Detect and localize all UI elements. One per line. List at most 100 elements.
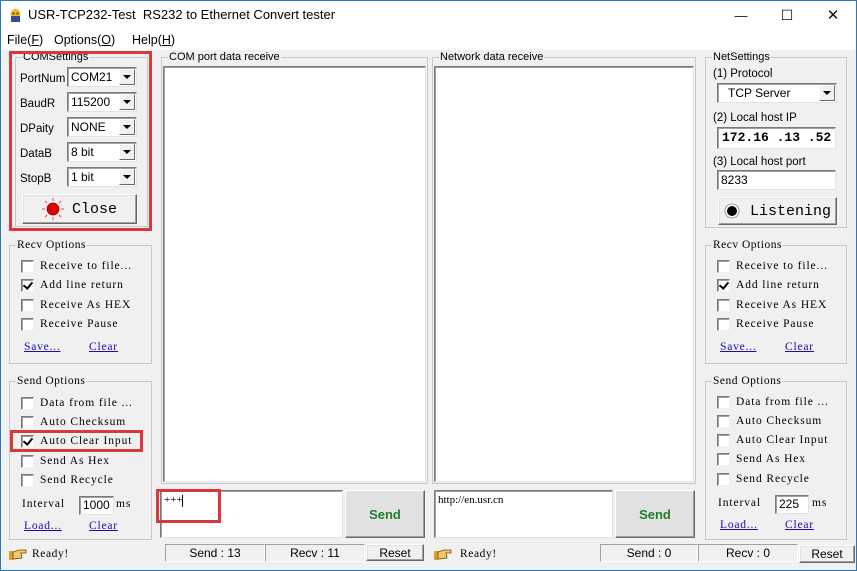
menu-file[interactable]: File(F) bbox=[7, 33, 43, 47]
right-recv-to-file-checkbox[interactable]: Receive to file... bbox=[717, 258, 828, 274]
left-recv-to-file-checkbox[interactable]: Receive to file... bbox=[21, 258, 132, 274]
right-save-link[interactable]: Save... bbox=[720, 341, 757, 353]
baudrate-label: BaudR bbox=[20, 98, 56, 110]
right-status-ready: Ready! bbox=[460, 548, 497, 560]
chevron-down-icon[interactable] bbox=[119, 119, 135, 135]
checkbox[interactable] bbox=[21, 259, 34, 273]
portnum-label: PortNum bbox=[20, 73, 66, 85]
net-send-input[interactable]: http://en.usr.cn bbox=[434, 490, 613, 538]
left-recv-hex-checkbox[interactable]: Receive As HEX bbox=[21, 297, 131, 313]
net-receive-area[interactable] bbox=[434, 66, 694, 482]
checkbox[interactable] bbox=[717, 259, 730, 273]
com-receive-title: COM port data receive bbox=[168, 50, 281, 64]
checkbox-checked[interactable] bbox=[21, 278, 34, 292]
left-data-from-file-checkbox[interactable]: Data from file ... bbox=[21, 395, 133, 411]
right-interval-label: Interval bbox=[718, 497, 761, 509]
minimize-button[interactable]: — bbox=[718, 0, 764, 30]
checkbox[interactable] bbox=[21, 415, 34, 429]
left-recv-count: Recv : 11 bbox=[265, 544, 365, 562]
right-send-as-hex-checkbox[interactable]: Send As Hex bbox=[717, 451, 806, 467]
window-title: USR-TCP232-Test RS232 to Ethernet Conver… bbox=[28, 7, 336, 22]
left-interval-input[interactable]: 1000 bbox=[79, 496, 114, 515]
checkbox-checked[interactable] bbox=[21, 434, 34, 448]
stopbits-label: StopB bbox=[20, 173, 52, 185]
text-cursor bbox=[182, 495, 183, 507]
app-icon bbox=[10, 9, 21, 22]
menu-options[interactable]: Options(O) bbox=[54, 33, 115, 47]
checkbox[interactable] bbox=[21, 473, 34, 487]
left-auto-clear-input-checkbox[interactable]: Auto Clear Input bbox=[21, 433, 132, 449]
net-send-button[interactable]: Send bbox=[615, 490, 695, 538]
left-send-as-hex-checkbox[interactable]: Send As Hex bbox=[21, 453, 110, 469]
right-interval-unit: ms bbox=[812, 497, 828, 509]
left-load-link[interactable]: Load... bbox=[24, 520, 62, 532]
databits-select[interactable]: 8 bit bbox=[67, 142, 137, 162]
right-auto-checksum-checkbox[interactable]: Auto Checksum bbox=[717, 413, 822, 429]
left-auto-checksum-checkbox[interactable]: Auto Checksum bbox=[21, 414, 126, 430]
parity-select[interactable]: NONE bbox=[67, 117, 137, 137]
checkbox[interactable] bbox=[717, 452, 730, 466]
left-interval-label: Interval bbox=[22, 498, 65, 510]
right-send-recycle-checkbox[interactable]: Send Recycle bbox=[717, 471, 810, 487]
left-save-link[interactable]: Save... bbox=[24, 341, 61, 353]
databits-label: DataB bbox=[20, 148, 52, 160]
stopbits-select[interactable]: 1 bit bbox=[67, 167, 137, 187]
chevron-down-icon[interactable] bbox=[119, 144, 135, 160]
left-send-recycle-checkbox[interactable]: Send Recycle bbox=[21, 472, 114, 488]
right-data-from-file-checkbox[interactable]: Data from file ... bbox=[717, 394, 829, 410]
right-recv-hex-checkbox[interactable]: Receive As HEX bbox=[717, 297, 827, 313]
left-recv-pause-checkbox[interactable]: Receive Pause bbox=[21, 316, 118, 332]
local-ip-input[interactable]: 172.16 .13 .52 bbox=[717, 127, 836, 149]
chevron-down-icon[interactable] bbox=[819, 85, 835, 101]
left-interval-unit: ms bbox=[116, 498, 132, 510]
right-add-line-return-checkbox[interactable]: Add line return bbox=[717, 277, 820, 293]
com-receive-area[interactable] bbox=[163, 66, 426, 482]
checkbox-checked[interactable] bbox=[717, 278, 730, 292]
right-auto-clear-input-checkbox[interactable]: Auto Clear Input bbox=[717, 432, 828, 448]
minimize-icon: — bbox=[734, 7, 748, 23]
checkbox[interactable] bbox=[717, 395, 730, 409]
left-send-clear-link[interactable]: Clear bbox=[89, 520, 118, 532]
net-receive-title: Network data receive bbox=[439, 50, 545, 64]
com-send-button[interactable]: Send bbox=[345, 490, 425, 538]
protocol-select[interactable]: TCP Server bbox=[717, 83, 837, 103]
right-load-link[interactable]: Load... bbox=[720, 519, 758, 531]
com-send-input[interactable]: +++ bbox=[160, 490, 343, 538]
local-port-input[interactable]: 8233 bbox=[717, 170, 836, 190]
left-recv-clear-link[interactable]: Clear bbox=[89, 341, 118, 353]
right-recv-count: Recv : 0 bbox=[698, 544, 798, 562]
baudrate-select[interactable]: 115200 bbox=[67, 92, 137, 112]
left-add-line-return-checkbox[interactable]: Add line return bbox=[21, 277, 124, 293]
right-reset-button[interactable]: Reset bbox=[799, 545, 855, 563]
com-close-button[interactable]: Close bbox=[22, 194, 137, 224]
checkbox[interactable] bbox=[717, 433, 730, 447]
right-recv-clear-link[interactable]: Clear bbox=[785, 341, 814, 353]
checkbox[interactable] bbox=[21, 396, 34, 410]
checkbox[interactable] bbox=[21, 298, 34, 312]
chevron-down-icon[interactable] bbox=[119, 94, 135, 110]
black-indicator-icon bbox=[724, 203, 740, 219]
checkbox[interactable] bbox=[717, 317, 730, 331]
portnum-select[interactable]: COM21 bbox=[67, 67, 137, 87]
checkbox[interactable] bbox=[717, 414, 730, 428]
protocol-label: (1) Protocol bbox=[713, 68, 773, 80]
close-button[interactable]: ✕ bbox=[810, 0, 856, 30]
right-interval-input[interactable]: 225 bbox=[775, 495, 809, 514]
listening-button[interactable]: Listening bbox=[718, 197, 837, 225]
checkbox[interactable] bbox=[717, 298, 730, 312]
chevron-down-icon[interactable] bbox=[119, 169, 135, 185]
checkbox[interactable] bbox=[21, 454, 34, 468]
hand-pointer-icon bbox=[434, 549, 452, 560]
checkbox[interactable] bbox=[717, 472, 730, 486]
right-send-clear-link[interactable]: Clear bbox=[785, 519, 814, 531]
chevron-down-icon[interactable] bbox=[119, 69, 135, 85]
right-send-count: Send : 0 bbox=[600, 544, 698, 562]
left-recv-options-title: Recv Options bbox=[16, 238, 87, 252]
checkbox[interactable] bbox=[21, 317, 34, 331]
left-reset-button[interactable]: Reset bbox=[366, 544, 424, 561]
maximize-button[interactable]: ☐ bbox=[764, 0, 810, 30]
local-port-label: (3) Local host port bbox=[713, 156, 806, 168]
menu-bar bbox=[0, 30, 857, 50]
menu-help[interactable]: Help(H) bbox=[132, 33, 175, 47]
right-recv-pause-checkbox[interactable]: Receive Pause bbox=[717, 316, 814, 332]
